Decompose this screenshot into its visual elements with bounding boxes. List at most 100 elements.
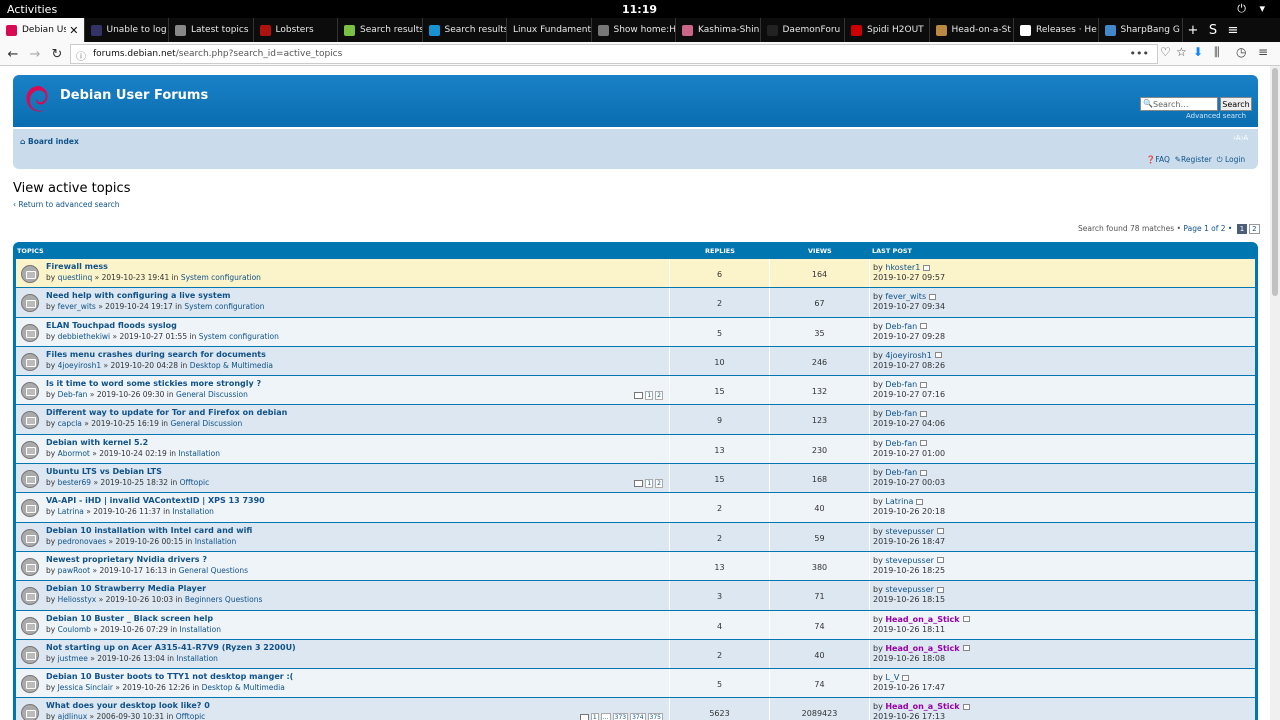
topic-title-link[interactable]: Need help with configuring a live system: [46, 291, 230, 300]
topic-author-link[interactable]: capcla: [58, 419, 82, 428]
topic-title-link[interactable]: Is it time to word some stickies more st…: [46, 379, 261, 388]
browser-tab[interactable]: Debian Use✕: [0, 18, 85, 42]
browser-tab[interactable]: Show home:H: [592, 18, 676, 42]
topic-forum-link[interactable]: System configuration: [199, 332, 279, 341]
page-of[interactable]: Page 1 of 2 •: [1183, 224, 1232, 233]
search-button[interactable]: Search: [1220, 97, 1252, 111]
last-post-user-link[interactable]: Deb-fan: [885, 322, 917, 331]
last-post-user-link[interactable]: 4joeyirosh1: [885, 351, 931, 360]
board-index-link[interactable]: ⌂ Board index: [20, 137, 79, 146]
menu-icon[interactable]: ≡: [1258, 45, 1268, 59]
debian-logo-icon[interactable]: [23, 83, 53, 117]
topic-page-link[interactable]: 373: [612, 713, 629, 720]
browser-tab[interactable]: Search results: [338, 18, 423, 42]
topic-author-link[interactable]: 4joeyirosh1: [58, 361, 102, 370]
topic-forum-link[interactable]: Installation: [195, 537, 237, 546]
topic-author-link[interactable]: debbiethekiwi: [58, 332, 111, 341]
library-icon[interactable]: ⫼: [1214, 45, 1220, 60]
reload-icon[interactable]: ↻: [47, 44, 67, 64]
page-actions-icon[interactable]: •••: [1130, 47, 1149, 60]
site-name[interactable]: Debian User Forums: [60, 88, 208, 103]
last-post-user-link[interactable]: hkoster1: [885, 263, 920, 272]
topic-author-link[interactable]: bester69: [58, 478, 91, 487]
goto-last-post-icon[interactable]: [920, 440, 928, 447]
page-1-button[interactable]: 1: [1236, 224, 1248, 234]
topic-page-link[interactable]: 2: [655, 479, 663, 489]
topic-title-link[interactable]: Ubuntu LTS vs Debian LTS: [46, 467, 162, 476]
close-tab-icon[interactable]: ✕: [69, 24, 78, 37]
register-link[interactable]: ✎Register: [1175, 155, 1212, 164]
topic-page-link[interactable]: 2: [655, 391, 663, 401]
browser-tab[interactable]: SharpBang G: [1099, 18, 1183, 42]
topic-page-link[interactable]: 1: [590, 713, 599, 720]
history-icon[interactable]: ◷: [1236, 45, 1246, 59]
bookmark-star-icon[interactable]: ☆: [1176, 45, 1187, 59]
goto-last-post-icon[interactable]: [902, 674, 910, 681]
pocket-icon[interactable]: ♡: [1160, 45, 1171, 59]
topic-forum-link[interactable]: System configuration: [184, 302, 264, 311]
topic-title-link[interactable]: Debian 10 Buster boots to TTY1 not deskt…: [46, 672, 293, 681]
topic-forum-link[interactable]: Installation: [179, 625, 221, 634]
topic-title-link[interactable]: Debian 10 Strawberry Media Player: [46, 584, 206, 593]
last-post-user-link[interactable]: stevepusser: [885, 585, 934, 594]
goto-last-post-icon[interactable]: [962, 616, 970, 623]
topic-title-link[interactable]: ELAN Touchpad floods syslog: [46, 321, 177, 330]
goto-last-post-icon[interactable]: [923, 264, 931, 271]
topic-page-link[interactable]: 374: [630, 713, 646, 720]
last-post-user-link[interactable]: stevepusser: [885, 527, 934, 536]
tab-overflow-icon[interactable]: ≡: [1223, 18, 1243, 42]
topic-title-link[interactable]: Debian 10 Buster _ Black screen help: [46, 614, 213, 623]
topic-title-link[interactable]: Different way to update for Tor and Fire…: [46, 408, 287, 417]
browser-tab[interactable]: Linux Fundament: [507, 18, 592, 42]
last-post-user-link[interactable]: Deb-fan: [885, 439, 917, 448]
login-link[interactable]: ⏻ Login: [1217, 155, 1246, 164]
goto-last-post-icon[interactable]: [934, 352, 942, 359]
topic-title-link[interactable]: Not starting up on Acer A315-41-R7V9 (Ry…: [46, 643, 296, 652]
topic-author-link[interactable]: pawRoot: [58, 566, 90, 575]
topic-author-link[interactable]: Coulomb: [58, 625, 91, 634]
topic-forum-link[interactable]: Beginners Questions: [185, 595, 263, 604]
topic-title-link[interactable]: Firewall mess: [46, 262, 108, 271]
last-post-user-link[interactable]: Latrina: [885, 497, 913, 506]
goto-last-post-icon[interactable]: [920, 410, 928, 417]
url-bar[interactable]: ⓘ forums.debian.net/search.php?search_id…: [70, 44, 1158, 64]
last-post-user-link[interactable]: fever_wits: [885, 292, 926, 301]
vertical-scrollbar[interactable]: [1270, 66, 1280, 720]
topic-author-link[interactable]: Deb-fan: [58, 390, 88, 399]
topic-forum-link[interactable]: Installation: [172, 507, 214, 516]
browser-tab[interactable]: Latest topics: [169, 18, 254, 42]
scrollbar-thumb[interactable]: [1272, 68, 1278, 296]
activities-button[interactable]: Activities: [7, 3, 57, 16]
downloads-icon[interactable]: ⬇: [1193, 45, 1203, 59]
last-post-user-link[interactable]: Deb-fan: [885, 468, 917, 477]
topic-author-link[interactable]: pedronovaes: [58, 537, 107, 546]
topic-forum-link[interactable]: Offtopic: [180, 478, 210, 487]
last-post-user-link[interactable]: Head_on_a_Stick: [885, 644, 959, 653]
topic-author-link[interactable]: questlinq: [58, 273, 93, 282]
topic-title-link[interactable]: VA-API - iHD | invalid VAContextID | XPS…: [46, 496, 265, 505]
topic-title-link[interactable]: Files menu crashes during search for doc…: [46, 350, 266, 359]
faq-link[interactable]: ❓FAQ: [1146, 155, 1170, 164]
topic-page-link[interactable]: 1: [645, 391, 654, 401]
topic-forum-link[interactable]: Desktop & Multimedia: [190, 361, 273, 370]
browser-tab[interactable]: Search results: [423, 18, 507, 42]
topic-author-link[interactable]: Latrina: [58, 507, 84, 516]
topic-author-link[interactable]: Jessica Sinclair: [58, 683, 113, 692]
new-tab-button[interactable]: +: [1183, 18, 1203, 42]
topic-title-link[interactable]: What does your desktop look like? 0: [46, 701, 210, 710]
goto-last-post-icon[interactable]: [936, 586, 944, 593]
goto-last-post-icon[interactable]: [962, 703, 970, 710]
topic-forum-link[interactable]: Desktop & Multimedia: [202, 683, 285, 692]
topic-page-link[interactable]: …: [600, 713, 611, 720]
topic-title-link[interactable]: Newest proprietary Nvidia drivers ?: [46, 555, 207, 564]
font-size-toggle[interactable]: ‹A›A: [1233, 134, 1248, 142]
topic-page-link[interactable]: 375: [647, 713, 663, 720]
goto-last-post-icon[interactable]: [920, 381, 928, 388]
topic-title-link[interactable]: Debian with kernel 5.2: [46, 438, 148, 447]
forward-icon[interactable]: →: [25, 44, 45, 64]
topic-forum-link[interactable]: General Discussion: [170, 419, 242, 428]
topic-forum-link[interactable]: System configuration: [181, 273, 261, 282]
page-2-button[interactable]: 2: [1249, 224, 1260, 234]
last-post-user-link[interactable]: Head_on_a_Stick: [885, 702, 959, 711]
topic-author-link[interactable]: Abormot: [58, 449, 90, 458]
